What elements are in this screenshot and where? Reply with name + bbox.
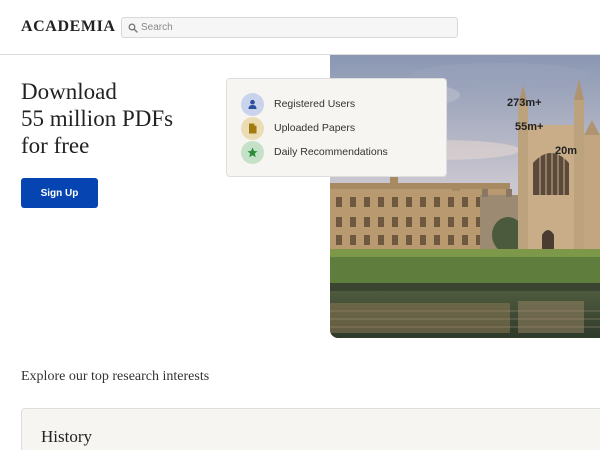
- hero-title-line: for free: [21, 133, 90, 158]
- topic-title: History: [41, 427, 92, 446]
- stat-uploaded-papers: Uploaded Papers: [241, 117, 441, 141]
- topic-card-history[interactable]: History: [21, 408, 600, 450]
- site-header: ACADEMIA: [0, 0, 600, 55]
- stat-daily-recommendations: Daily Recommendations: [241, 141, 441, 165]
- document-icon-circle: [241, 117, 264, 140]
- search-icon: [128, 23, 138, 33]
- explore-heading: Explore our top research interests: [21, 369, 210, 384]
- star-icon: [247, 147, 258, 158]
- stats-card: Registered Users Uploaded Papers Daily R…: [226, 78, 447, 177]
- document-icon: [249, 123, 257, 134]
- hero-title-line: Download: [21, 79, 117, 104]
- stat-label: Daily Recommendations: [274, 146, 388, 158]
- search-bar[interactable]: [121, 17, 458, 38]
- stat-label: Registered Users: [274, 98, 356, 110]
- search-input[interactable]: [141, 19, 451, 36]
- uploaded-papers-count: 55m+: [515, 121, 544, 133]
- sign-up-button[interactable]: Sign Up: [21, 178, 98, 208]
- stat-label: Uploaded Papers: [274, 122, 356, 134]
- registered-users-count: 273m+: [507, 97, 542, 109]
- user-icon-circle: [241, 93, 264, 116]
- user-icon: [248, 99, 257, 109]
- star-icon-circle: [241, 141, 264, 164]
- academia-logo[interactable]: ACADEMIA: [21, 18, 116, 36]
- hero-title: Download 55 million PDFs for free: [21, 78, 173, 159]
- stat-registered-users: Registered Users: [241, 93, 441, 117]
- hero-title-line: 55 million PDFs: [21, 106, 174, 131]
- daily-recommendations-count: 20m: [555, 145, 578, 157]
